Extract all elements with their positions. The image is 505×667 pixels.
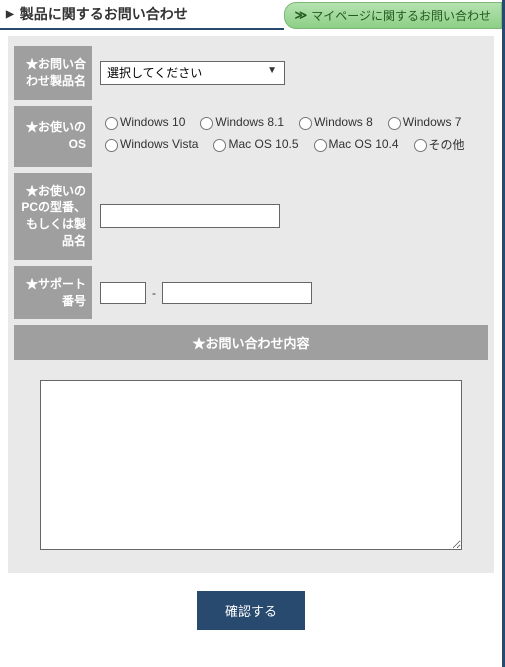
os-radio[interactable] [414, 139, 427, 152]
mypage-link-tab[interactable]: ≫ マイページに関するお問い合わせ [284, 2, 502, 29]
os-radio[interactable] [105, 117, 118, 130]
os-radio[interactable] [105, 139, 118, 152]
os-option-win81[interactable]: Windows 8.1 [195, 114, 284, 130]
os-option-win8[interactable]: Windows 8 [294, 114, 373, 130]
os-radio[interactable] [213, 139, 226, 152]
os-option-vista[interactable]: Windows Vista [100, 136, 198, 152]
label-os: ★お使いのOS [14, 106, 92, 167]
os-radio[interactable] [299, 117, 312, 130]
os-radio[interactable] [314, 139, 327, 152]
page-title: ▶ 製品に関するお問い合わせ [0, 0, 284, 30]
os-option-other[interactable]: その他 [409, 136, 465, 153]
os-radio-group: Windows 10 Windows 8.1 Windows 8 Windows… [92, 106, 488, 167]
label-content: ★お問い合わせ内容 [14, 325, 488, 360]
triangle-icon: ▶ [6, 9, 14, 20]
page-title-text: 製品に関するお問い合わせ [20, 4, 188, 24]
label-support-no: ★サポート番号 [14, 266, 92, 320]
chevron-right-icon: ≫ [295, 8, 308, 22]
os-option-win10[interactable]: Windows 10 [100, 114, 185, 130]
support-no-part2[interactable] [162, 282, 312, 304]
support-no-part1[interactable] [100, 282, 146, 304]
label-product-name: ★お問い合わせ製品名 [14, 46, 92, 100]
mypage-link-label: マイページに関するお問い合わせ [311, 7, 491, 24]
os-option-mac105[interactable]: Mac OS 10.5 [208, 136, 298, 152]
pc-model-input[interactable] [100, 204, 280, 228]
os-radio[interactable] [388, 117, 401, 130]
product-select[interactable]: 選択してください [100, 61, 285, 85]
support-no-dash: - [152, 286, 156, 300]
os-option-win7[interactable]: Windows 7 [383, 114, 462, 130]
os-option-mac104[interactable]: Mac OS 10.4 [309, 136, 399, 152]
inquiry-content-textarea[interactable] [40, 380, 462, 550]
label-pc-model: ★お使いのPCの型番、もしくは製品名 [14, 173, 92, 260]
os-radio[interactable] [200, 117, 213, 130]
confirm-button[interactable]: 確認する [197, 591, 305, 630]
